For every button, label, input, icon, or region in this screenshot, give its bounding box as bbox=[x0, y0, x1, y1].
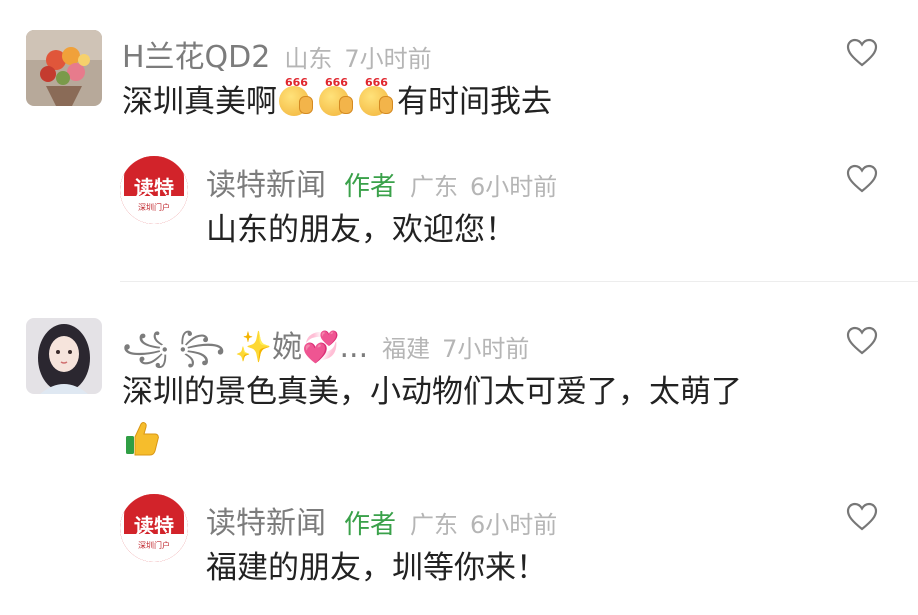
reply-meta: 读特新闻 作者 广东 6小时前 bbox=[206, 160, 557, 204]
author-avatar-text: 读特 bbox=[134, 514, 174, 538]
heart-icon bbox=[846, 38, 878, 67]
author-avatar[interactable]: 读特 深圳门户 bbox=[120, 156, 188, 224]
author-avatar-text: 读特 bbox=[134, 176, 174, 200]
comment-text-part: 深圳真美啊 bbox=[122, 84, 277, 120]
comment-list: H兰花QD2 山东 7小时前 深圳真美啊 666 666 666 有时间我去 读特 深圳… bbox=[0, 0, 918, 615]
avatar[interactable] bbox=[26, 318, 102, 394]
author-name[interactable]: 读特新闻 bbox=[206, 498, 326, 542]
thumbs-up-icon-graphic bbox=[126, 422, 159, 456]
timestamp: 6小时前 bbox=[470, 511, 558, 539]
comment-text[interactable]: 深圳的景色真美，小动物们太可爱了，太萌了 bbox=[122, 366, 742, 411]
666-emoji-icon: 666 bbox=[357, 76, 397, 116]
author-avatar-subtext: 深圳门户 bbox=[138, 541, 170, 550]
666-emoji-icon: 666 bbox=[277, 76, 317, 116]
like-button[interactable] bbox=[846, 326, 878, 356]
girl-portrait-avatar-icon bbox=[26, 318, 102, 394]
author-tag: 作者 bbox=[344, 172, 397, 202]
reply-text[interactable]: 山东的朋友，欢迎您！ bbox=[206, 204, 516, 249]
timestamp: 6小时前 bbox=[470, 173, 558, 201]
like-button[interactable] bbox=[846, 38, 878, 68]
emoji-label: 666 bbox=[365, 76, 388, 89]
author-avatar[interactable]: 读特 深圳门户 bbox=[120, 494, 188, 562]
timestamp: 7小时前 bbox=[344, 45, 432, 73]
emoji-label: 666 bbox=[325, 76, 348, 89]
location-label: 广东 bbox=[410, 173, 459, 201]
reply-text[interactable]: 福建的朋友，圳等你来！ bbox=[206, 542, 547, 587]
emoji-label: 666 bbox=[285, 76, 308, 89]
like-button[interactable] bbox=[846, 502, 878, 532]
thumbs-up-icon bbox=[122, 418, 162, 462]
location-label: 山东 bbox=[284, 45, 333, 73]
location-label: 福建 bbox=[382, 335, 431, 363]
timestamp: 7小时前 bbox=[442, 335, 530, 363]
comment-text[interactable]: 深圳真美啊 666 666 666 有时间我去 bbox=[122, 76, 552, 121]
author-name[interactable]: 读特新闻 bbox=[206, 160, 326, 204]
like-button[interactable] bbox=[846, 164, 878, 194]
comment-text-part: 有时间我去 bbox=[397, 84, 552, 120]
author-avatar-subtext: 深圳门户 bbox=[138, 203, 170, 212]
heart-icon bbox=[846, 164, 878, 193]
reply-meta: 读特新闻 作者 广东 6小时前 bbox=[206, 498, 557, 542]
avatar[interactable] bbox=[26, 30, 102, 106]
heart-icon bbox=[846, 326, 878, 355]
location-label: 广东 bbox=[410, 511, 459, 539]
divider bbox=[120, 281, 918, 282]
heart-icon bbox=[846, 502, 878, 531]
666-emoji-icon: 666 bbox=[317, 76, 357, 116]
user-name[interactable]: H兰花QD2 bbox=[122, 32, 270, 76]
author-tag: 作者 bbox=[344, 510, 397, 540]
comment-meta: H兰花QD2 山东 7小时前 bbox=[122, 32, 432, 76]
flower-bouquet-avatar-icon bbox=[26, 30, 102, 106]
